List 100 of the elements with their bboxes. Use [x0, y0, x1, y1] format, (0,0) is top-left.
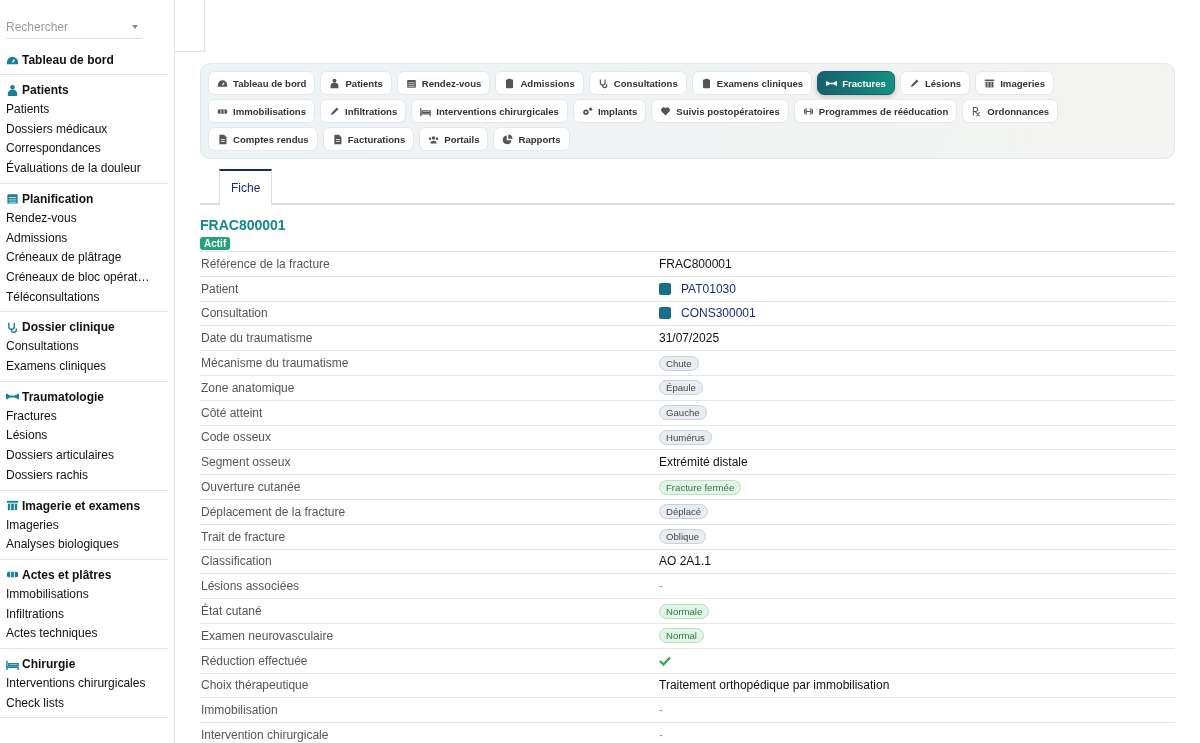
- nav-chip[interactable]: Tableau de bord: [208, 71, 316, 95]
- field-label: Déplacement de la fracture: [200, 504, 347, 519]
- nav-chip[interactable]: Programmes de rééducation: [793, 99, 958, 123]
- field-label: Côté atteint: [200, 405, 264, 420]
- sidebar-item[interactable]: Immobilisations: [0, 584, 168, 605]
- sidebar-item[interactable]: Dossiers médicaux: [0, 119, 168, 140]
- sidebar-item[interactable]: Lésions: [0, 426, 168, 447]
- value-tag: Épaule: [659, 380, 703, 396]
- field-label: Mécanisme du traumatisme: [200, 356, 350, 371]
- nav-chip[interactable]: Fractures: [817, 71, 895, 95]
- status-badge: Actif: [200, 237, 231, 250]
- sidebar-item[interactable]: Admissions: [0, 228, 168, 249]
- field-label: Date du traumatisme: [200, 331, 314, 346]
- field-label: Consultation: [200, 306, 269, 321]
- nav-chip[interactable]: Infiltrations: [320, 99, 407, 123]
- value-tag: Normal: [659, 628, 704, 644]
- stethoscope-icon: [597, 77, 609, 89]
- pie-chart-icon: [502, 133, 514, 145]
- pen-icon: [329, 105, 341, 117]
- sidebar-section-header[interactable]: Planification: [0, 187, 168, 209]
- dumbbell-icon: [802, 105, 814, 117]
- nav-chip[interactable]: Portails: [419, 127, 489, 151]
- nav-chip[interactable]: Patients: [320, 71, 392, 95]
- sidebar-item[interactable]: Fractures: [0, 406, 168, 427]
- field-label: Code osseux: [200, 430, 273, 445]
- empty-value: -: [659, 579, 664, 594]
- nav-chip[interactable]: Immobilisations: [208, 99, 316, 123]
- nav-chip[interactable]: Interventions chirurgicales: [411, 99, 568, 123]
- field-value: Traitement orthopédique par immobilisation: [659, 678, 891, 693]
- nav-chip[interactable]: Comptes rendus: [208, 127, 318, 151]
- person-icon: [329, 77, 341, 89]
- field-label: Intervention chirurgicale: [200, 728, 330, 743]
- value-tag: Humérus: [659, 429, 712, 445]
- nav-chip[interactable]: Rendez-vous: [396, 71, 491, 95]
- field-value: Extrémité distale: [659, 455, 749, 470]
- nav-chip[interactable]: Rapports: [493, 127, 570, 151]
- sidebar-item[interactable]: Créneaux de plâtrage: [0, 248, 168, 268]
- record-link[interactable]: PAT01030: [681, 281, 736, 296]
- person-icon: [6, 83, 19, 97]
- field-label: Examen neurovasculaire: [200, 628, 335, 643]
- bed-icon: [420, 105, 432, 117]
- sidebar-item[interactable]: Analyses biologiques: [0, 535, 168, 555]
- value-tag: Gauche: [659, 405, 707, 421]
- value-tag: Déplacé: [659, 504, 709, 520]
- sidebar-item[interactable]: Imageries: [0, 515, 168, 536]
- sidebar-item[interactable]: Créneaux de bloc opérat…: [0, 267, 168, 288]
- empty-value: -: [659, 728, 664, 743]
- tab[interactable]: Fiche: [219, 169, 273, 205]
- value-tag: Fracture fermée: [659, 479, 742, 495]
- sidebar-section-header[interactable]: Tableau de bord: [0, 49, 168, 70]
- sidebar-section-header[interactable]: Actes et plâtres: [0, 563, 168, 585]
- pen-icon: [908, 77, 920, 89]
- sidebar-item[interactable]: Patients: [0, 100, 168, 120]
- clipboard-icon: [700, 77, 712, 89]
- nav-chip[interactable]: Imageries: [975, 71, 1054, 95]
- nav-chip[interactable]: Lésions: [899, 71, 971, 95]
- value-tag: Oblique: [659, 529, 707, 545]
- sidebar-item[interactable]: Consultations: [0, 337, 168, 358]
- field-label: Choix thérapeutique: [200, 678, 310, 693]
- sidebar-item[interactable]: Dossiers articulaires: [0, 446, 168, 466]
- nav-chip[interactable]: Implants: [572, 99, 647, 123]
- field-label: Réduction effectuée: [200, 653, 309, 668]
- nav-chip[interactable]: Suivis postopératoires: [651, 99, 789, 123]
- nav-chip[interactable]: Consultations: [588, 71, 687, 95]
- sidebar-item[interactable]: Rendez-vous: [0, 208, 168, 229]
- sidebar-item[interactable]: Examens cliniques: [0, 357, 168, 377]
- sidebar-section-header[interactable]: Imagerie et examens: [0, 494, 168, 516]
- field-label: État cutané: [200, 604, 263, 619]
- sidebar-item[interactable]: Téléconsultations: [0, 287, 168, 308]
- field-label: Référence de la fracture: [200, 256, 331, 271]
- sidebar-item[interactable]: Évaluations de la douleur: [0, 159, 168, 179]
- search-field[interactable]: Rechercher: [6, 17, 116, 37]
- nav-chip[interactable]: Facturations: [322, 127, 415, 151]
- prescription-icon: [971, 105, 983, 117]
- sidebar-section-header[interactable]: Patients: [0, 79, 168, 100]
- record-title: FRAC800001: [200, 217, 287, 233]
- nav-chip[interactable]: Admissions: [495, 71, 584, 95]
- sidebar-item[interactable]: Correspondances: [0, 139, 168, 160]
- sidebar-section-header[interactable]: Traumatologie: [0, 385, 168, 407]
- sidebar-item[interactable]: Interventions chirurgicales: [0, 674, 168, 694]
- sidebar-item[interactable]: Check lists: [0, 693, 168, 714]
- sidebar-item[interactable]: Dossiers rachis: [0, 465, 168, 486]
- nav-chip[interactable]: Examens cliniques: [691, 71, 813, 95]
- field-label: Classification: [200, 554, 273, 569]
- record-link[interactable]: CONS300001: [681, 306, 756, 321]
- value-tag: Normale: [659, 603, 710, 619]
- field-label: Ouverture cutanée: [200, 480, 302, 495]
- field-label: Lésions associées: [200, 579, 301, 594]
- nav-chip[interactable]: Ordonnances: [962, 99, 1059, 123]
- sidebar-item[interactable]: Infiltrations: [0, 604, 168, 625]
- sidebar-item[interactable]: Actes techniques: [0, 624, 168, 645]
- field-label: Immobilisation: [200, 703, 279, 718]
- field-value: AO 2A1.1: [659, 554, 713, 569]
- sidebar-section-header[interactable]: Dossier clinique: [0, 316, 168, 338]
- sidebar-section-header[interactable]: Chirurgie: [0, 653, 168, 675]
- field-label: Zone anatomique: [200, 380, 296, 395]
- calendar-icon: [6, 192, 19, 206]
- field-label: Trait de fracture: [200, 529, 287, 544]
- stethoscope-icon: [6, 320, 19, 334]
- building-icon: [6, 499, 19, 513]
